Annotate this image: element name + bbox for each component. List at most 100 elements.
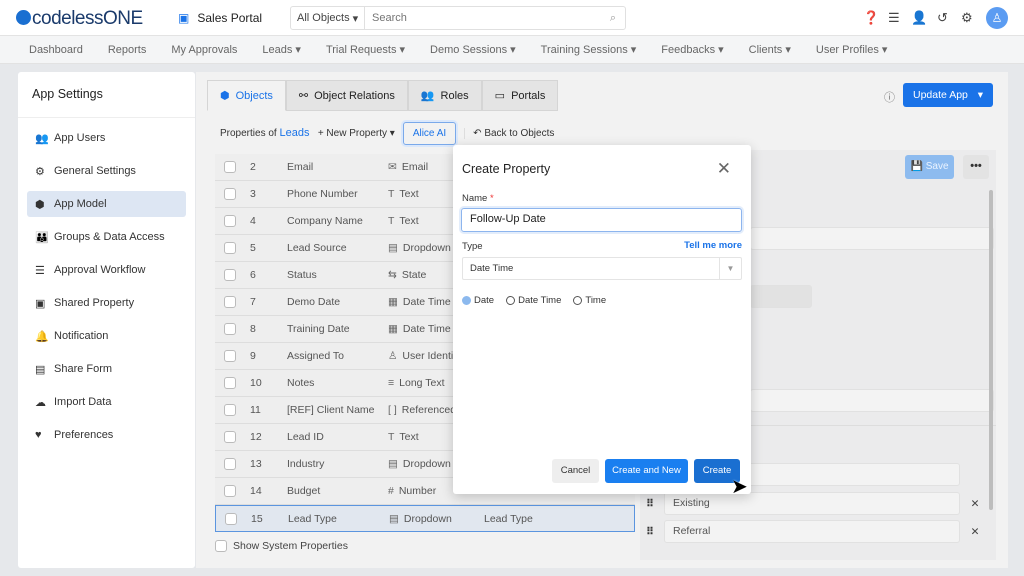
dialog-title: Create Property — [462, 162, 551, 176]
drag-handle-icon[interactable]: ⠿ — [640, 526, 660, 538]
nav-item[interactable]: Leads ▾ — [262, 43, 301, 56]
database-icon[interactable]: ☰ — [888, 10, 900, 26]
row-checkbox[interactable] — [224, 188, 236, 200]
sidebar-item[interactable]: 👪 Groups & Data Access — [27, 224, 186, 250]
toolbar: Properties of Leads + New Property ▾ Ali… — [220, 121, 554, 145]
add-user-icon[interactable]: 👤 — [911, 10, 927, 26]
type-icon: T — [388, 431, 395, 443]
object-link[interactable]: Leads — [279, 127, 309, 139]
type-icon: ▤ — [389, 512, 399, 525]
sidebar-item[interactable]: ☰ Approval Workflow — [27, 257, 186, 283]
save-button[interactable]: 💾 Save — [905, 155, 954, 179]
chevron-down-icon[interactable]: ▾ — [978, 89, 983, 101]
tab[interactable]: ⬢ Objects — [207, 80, 286, 111]
show-system-properties[interactable]: Show System Properties — [215, 540, 348, 552]
row-checkbox[interactable] — [225, 512, 237, 525]
sidebar-icon: ▤ — [35, 363, 46, 376]
name-input[interactable]: Follow-Up Date — [461, 208, 742, 232]
search-scope-select[interactable]: All Objects ▾ — [291, 7, 365, 29]
type-icon: T — [388, 188, 395, 200]
table-row[interactable]: 15 Lead Type ▤ Dropdown Lead Type — [215, 505, 635, 532]
nav-item[interactable]: Clients ▾ — [749, 43, 791, 56]
type-select[interactable]: Date Time ▼ — [462, 257, 742, 280]
row-checkbox[interactable] — [224, 485, 236, 497]
detail-field[interactable] — [750, 285, 812, 308]
radio-option[interactable]: Time — [573, 295, 606, 306]
row-checkbox[interactable] — [224, 404, 236, 416]
row-checkbox[interactable] — [224, 269, 236, 281]
sidebar-item[interactable]: ⬢ App Model — [27, 191, 186, 217]
sidebar-icon: ☰ — [35, 264, 45, 277]
option-row: ⠿ Existing ✕ — [640, 492, 990, 515]
alice-ai-button[interactable]: Alice AI — [402, 121, 457, 145]
row-checkbox[interactable] — [224, 377, 236, 389]
sidebar-item[interactable]: ⚙ General Settings — [27, 158, 186, 184]
row-checkbox[interactable] — [224, 458, 236, 470]
nav-item[interactable]: Reports — [108, 44, 147, 56]
back-to-objects-button[interactable]: ↶ Back to Objects — [464, 127, 554, 139]
main-nav: Dashboard Reports My Approvals Leads ▾ T… — [0, 36, 1024, 64]
tab-icon: 👥 — [420, 90, 435, 102]
new-property-button[interactable]: + New Property ▾ — [318, 128, 395, 139]
info-icon[interactable]: ⓘ — [884, 89, 895, 105]
type-icon: ▦ — [388, 296, 398, 308]
radio-option[interactable]: Date Time — [506, 295, 561, 306]
sidebar-item[interactable]: ▣ Shared Property — [27, 290, 186, 316]
row-checkbox[interactable] — [224, 242, 236, 254]
sidebar-item[interactable]: 👥 App Users — [27, 125, 186, 151]
cancel-button[interactable]: Cancel — [552, 459, 599, 483]
row-checkbox[interactable] — [224, 161, 236, 173]
nav-item[interactable]: Trial Requests ▾ — [326, 43, 405, 56]
checkbox[interactable] — [215, 540, 227, 552]
create-and-new-button[interactable]: Create and New — [605, 459, 688, 483]
radio-option[interactable]: Date — [462, 295, 494, 306]
remove-icon[interactable]: ✕ — [960, 498, 990, 510]
scrollbar[interactable] — [989, 190, 993, 510]
update-app-button[interactable]: Update App ▾ — [903, 83, 993, 107]
close-icon[interactable]: ✕ — [717, 159, 731, 179]
help-icon[interactable]: ❓ — [863, 10, 879, 26]
portal-name[interactable]: ▣ Sales Portal — [178, 11, 262, 25]
remove-icon[interactable]: ✕ — [960, 526, 990, 538]
tab[interactable]: 👥 Roles — [407, 80, 482, 111]
date-format-radios: Date Date Time Time — [462, 295, 618, 306]
more-options-button[interactable]: ••• — [963, 155, 989, 179]
drag-handle-icon[interactable]: ⠿ — [640, 498, 660, 510]
type-icon: [ ] — [388, 404, 397, 416]
type-icon: ⇆ — [388, 269, 397, 281]
tab[interactable]: ⚯ Object Relations — [285, 80, 408, 111]
row-checkbox[interactable] — [224, 215, 236, 227]
chevron-down-icon: ▼ — [719, 258, 741, 279]
tab[interactable]: ▭ Portals — [481, 80, 559, 111]
row-checkbox[interactable] — [224, 323, 236, 335]
row-checkbox[interactable] — [224, 431, 236, 443]
sidebar-item[interactable]: 🔔 Notification — [27, 323, 186, 349]
nav-item[interactable]: My Approvals — [171, 44, 237, 56]
tell-me-more-link[interactable]: Tell me more — [684, 240, 742, 251]
sidebar-item[interactable]: ♥ Preferences — [27, 422, 186, 448]
tab-icon: ⬢ — [220, 90, 230, 102]
search-input[interactable] — [365, 12, 610, 24]
history-icon[interactable]: ↺ — [937, 10, 948, 26]
logo[interactable]: codelessONE — [16, 8, 143, 30]
detail-field[interactable] — [750, 389, 994, 412]
nav-item[interactable]: Dashboard — [29, 44, 83, 56]
row-checkbox[interactable] — [224, 296, 236, 308]
detail-field[interactable] — [750, 227, 994, 250]
type-icon: ≡ — [388, 377, 395, 389]
nav-item[interactable]: Demo Sessions ▾ — [430, 43, 516, 56]
settings-icon[interactable]: ⚙ — [961, 10, 973, 26]
sidebar-item[interactable]: ☁ Import Data — [27, 389, 186, 415]
sidebar-item[interactable]: ▤ Share Form — [27, 356, 186, 382]
name-label: Name * — [462, 193, 494, 204]
nav-item[interactable]: User Profiles ▾ — [816, 43, 888, 56]
radio[interactable] — [462, 296, 471, 305]
search-icon[interactable]: ⌕ — [610, 12, 616, 25]
nav-item[interactable]: Feedbacks ▾ — [661, 43, 723, 56]
radio[interactable] — [573, 296, 583, 305]
radio[interactable] — [506, 296, 516, 305]
row-checkbox[interactable] — [224, 350, 236, 362]
sidebar-icon: ⬢ — [35, 198, 45, 211]
avatar[interactable]: ♙ — [986, 7, 1008, 29]
nav-item[interactable]: Training Sessions ▾ — [541, 43, 637, 56]
